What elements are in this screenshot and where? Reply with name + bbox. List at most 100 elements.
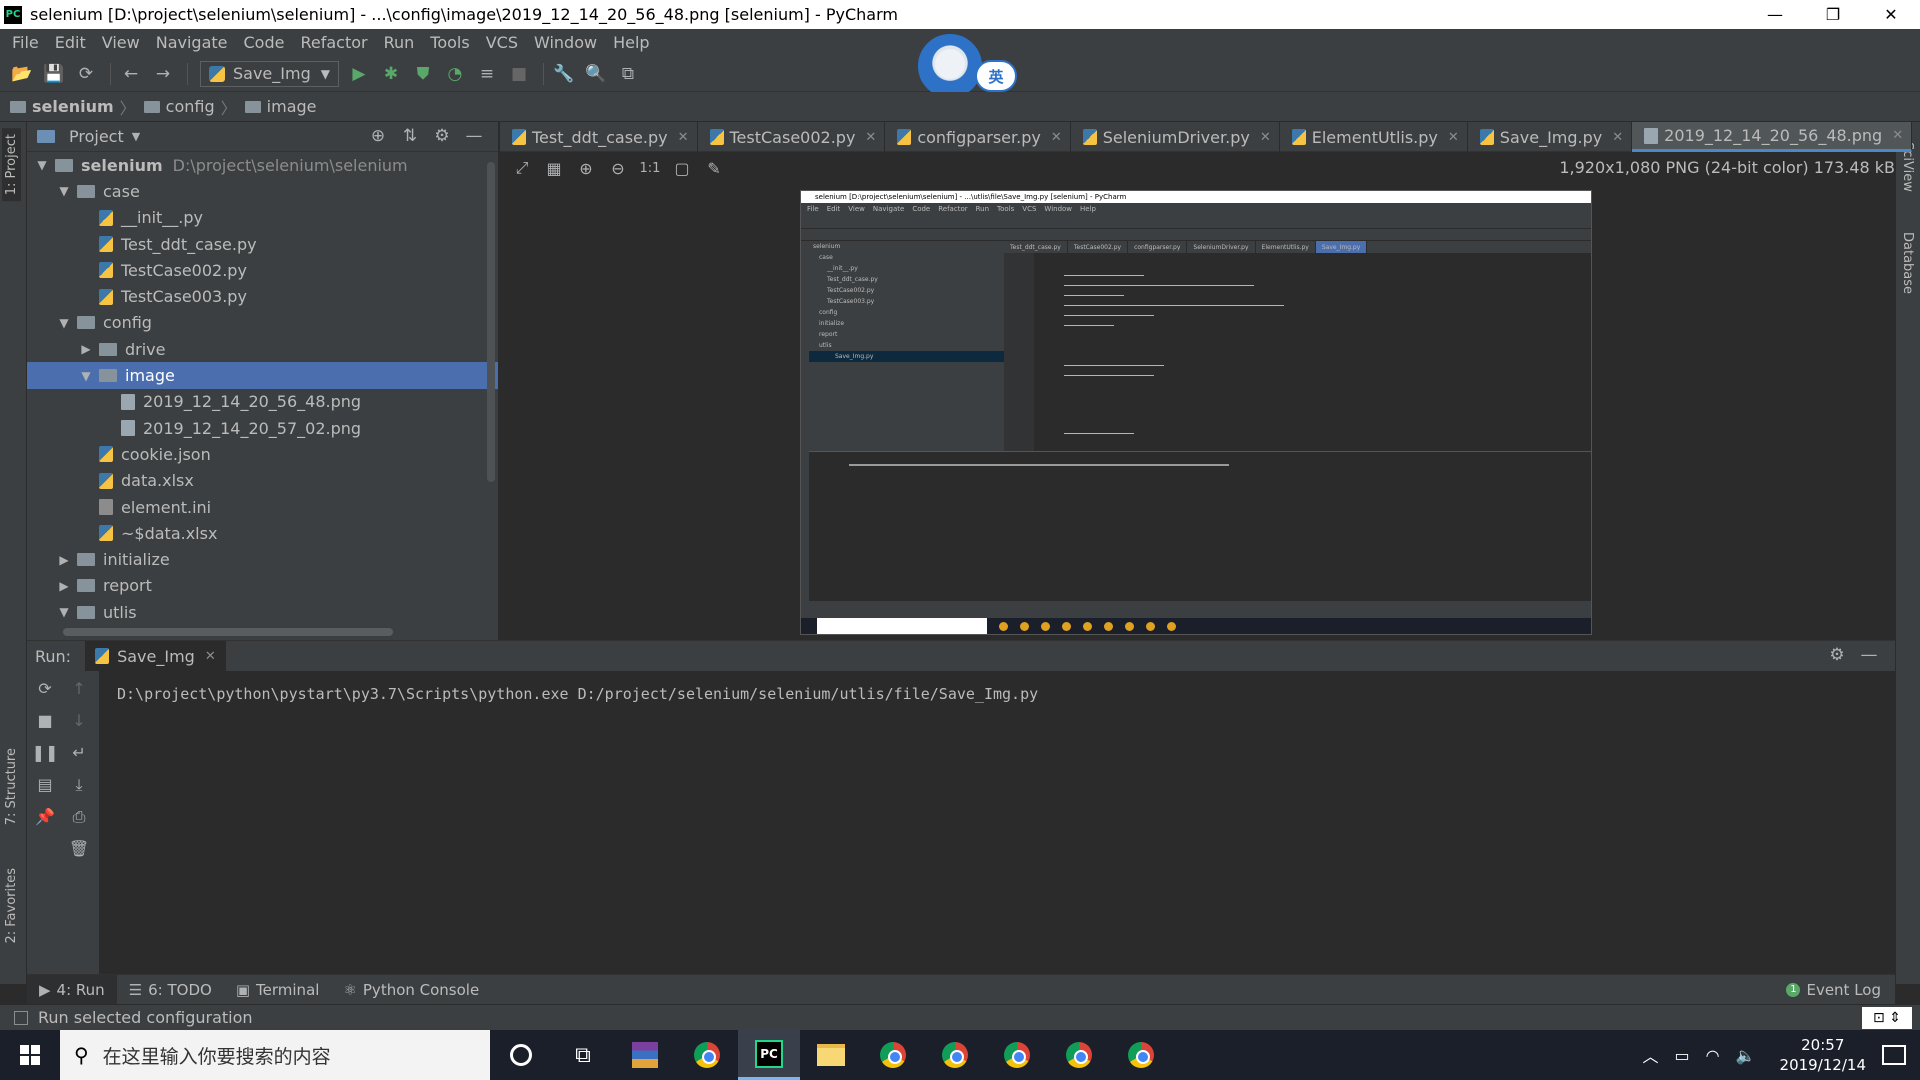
breadcrumb-item[interactable]: image bbox=[244, 97, 317, 116]
network-icon[interactable]: ◠ bbox=[1706, 1046, 1720, 1065]
taskbar-app-chrome[interactable] bbox=[676, 1030, 738, 1080]
taskbar-app-chrome[interactable] bbox=[986, 1030, 1048, 1080]
editor-tab[interactable]: 2019_12_14_20_56_48.png ✕ bbox=[1632, 122, 1913, 152]
collapse-all-icon[interactable]: ⇅ bbox=[394, 126, 426, 146]
close-icon[interactable]: ✕ bbox=[1448, 130, 1459, 145]
close-icon[interactable]: ✕ bbox=[1612, 130, 1623, 145]
gear-icon[interactable]: ⚙ bbox=[426, 126, 458, 146]
tree-item[interactable]: 2019_12_14_20_57_02.png bbox=[27, 415, 498, 441]
chevron-down-icon[interactable]: ▼ bbox=[35, 158, 49, 172]
chevron-down-icon[interactable]: ▼ bbox=[132, 130, 140, 143]
close-button[interactable]: ✕ bbox=[1862, 0, 1920, 29]
side-tab-structure[interactable]: 7: Structure bbox=[2, 742, 21, 831]
structure-icon[interactable]: ⧉ bbox=[614, 60, 642, 88]
tree-horizontal-scrollbar[interactable] bbox=[63, 628, 393, 636]
forward-icon[interactable]: → bbox=[149, 60, 177, 88]
tree-item[interactable]: ▼ selenium D:\project\selenium\selenium bbox=[27, 152, 498, 178]
breadcrumb-item[interactable]: config bbox=[143, 97, 215, 116]
tree-item[interactable]: ▶ report bbox=[27, 573, 498, 599]
ime-avatar[interactable] bbox=[918, 34, 982, 98]
side-tab-database[interactable]: Database bbox=[1900, 232, 1915, 294]
task-view-button[interactable]: ⧉ bbox=[552, 1030, 614, 1080]
pin-icon[interactable]: 📌 bbox=[31, 807, 59, 839]
side-tab-favorites[interactable]: 2: Favorites bbox=[2, 862, 21, 950]
chevron-down-icon[interactable]: ▼ bbox=[57, 316, 71, 330]
tree-item[interactable]: ▼ case bbox=[27, 178, 498, 204]
editor-tab[interactable]: configparser.py ✕ bbox=[885, 122, 1071, 152]
search-icon[interactable]: 🔍 bbox=[582, 60, 610, 88]
tree-item[interactable]: ▶ initialize bbox=[27, 546, 498, 572]
actual-size-button[interactable]: 1:1 bbox=[636, 154, 664, 182]
menu-vcs[interactable]: VCS bbox=[478, 33, 526, 52]
breadcrumb-item[interactable]: selenium bbox=[10, 97, 114, 116]
tree-item[interactable]: ▶ drive bbox=[27, 336, 498, 362]
ime-language-badge[interactable]: 英 bbox=[975, 60, 1017, 92]
taskbar-app-chrome[interactable] bbox=[1110, 1030, 1172, 1080]
settings-wrench-icon[interactable]: 🔧 bbox=[550, 60, 578, 88]
close-icon[interactable]: ✕ bbox=[678, 130, 689, 145]
taskbar-app-chrome[interactable] bbox=[924, 1030, 986, 1080]
chevron-down-icon[interactable]: ▼ bbox=[57, 184, 71, 198]
print-icon[interactable]: ⎙ bbox=[65, 807, 93, 839]
grid-icon[interactable]: ▦ bbox=[540, 154, 568, 182]
tree-item[interactable]: Test_ddt_case.py bbox=[27, 231, 498, 257]
run-icon[interactable]: ▶ bbox=[345, 60, 373, 88]
taskbar-app-chrome[interactable] bbox=[1048, 1030, 1110, 1080]
editor-tab[interactable]: TestCase002.py ✕ bbox=[698, 122, 886, 152]
restore-layout-icon[interactable]: ▤ bbox=[31, 775, 59, 807]
tree-item[interactable]: ▼ image bbox=[27, 362, 498, 389]
editor-tab[interactable]: Save_Img.py ✕ bbox=[1468, 122, 1633, 152]
stop-icon[interactable]: ■ bbox=[505, 60, 533, 88]
coverage-icon[interactable]: ⛊ bbox=[409, 60, 437, 88]
cortana-button[interactable] bbox=[490, 1030, 552, 1080]
close-icon[interactable]: ✕ bbox=[1260, 130, 1271, 145]
tool-window-button[interactable]: ▶ 4: Run bbox=[27, 974, 117, 1005]
menu-window[interactable]: Window bbox=[526, 33, 605, 52]
project-panel-title[interactable]: Project bbox=[69, 127, 124, 146]
tree-item[interactable]: 2019_12_14_20_56_48.png bbox=[27, 389, 498, 415]
menu-edit[interactable]: Edit bbox=[47, 33, 94, 52]
chevron-down-icon[interactable]: ▼ bbox=[79, 369, 93, 383]
menu-code[interactable]: Code bbox=[236, 33, 293, 52]
trash-icon[interactable]: 🗑 bbox=[65, 839, 93, 871]
volume-icon[interactable]: 🔈 bbox=[1736, 1046, 1756, 1065]
tool-windows-toggle-icon[interactable] bbox=[14, 1010, 28, 1025]
tree-scrollbar[interactable] bbox=[487, 162, 495, 482]
tree-item[interactable]: ~$data.xlsx bbox=[27, 520, 498, 546]
taskbar-search[interactable]: ⚲ 在这里输入你要搜索的内容 bbox=[60, 1030, 490, 1080]
menu-run[interactable]: Run bbox=[376, 33, 423, 52]
concurrency-icon[interactable]: ≡ bbox=[473, 60, 501, 88]
start-button[interactable] bbox=[0, 1030, 60, 1080]
open-folder-icon[interactable]: 📂 bbox=[8, 60, 36, 88]
tree-item[interactable]: ▼ utlis bbox=[27, 599, 498, 625]
zoom-in-icon[interactable]: ⊕ bbox=[572, 154, 600, 182]
editor-tab[interactable]: ElementUtlis.py ✕ bbox=[1280, 122, 1468, 152]
tree-item[interactable]: TestCase002.py bbox=[27, 257, 498, 283]
editor-tab[interactable]: SeleniumDriver.py ✕ bbox=[1071, 122, 1280, 152]
pause-icon[interactable]: ❚❚ bbox=[31, 743, 59, 775]
tool-window-button[interactable]: ▣ Terminal bbox=[224, 975, 332, 1005]
taskbar-app-pycharm[interactable]: PC bbox=[738, 1030, 800, 1080]
minimize-button[interactable]: — bbox=[1746, 0, 1804, 29]
chevron-right-icon[interactable]: ▶ bbox=[57, 579, 71, 593]
taskbar-app-chrome[interactable] bbox=[862, 1030, 924, 1080]
tool-window-button[interactable]: ☰ 6: TODO bbox=[117, 975, 224, 1005]
background-icon[interactable]: ▢ bbox=[668, 154, 696, 182]
save-all-icon[interactable]: 💾 bbox=[40, 60, 68, 88]
back-icon[interactable]: ← bbox=[117, 60, 145, 88]
chevron-right-icon[interactable]: ▶ bbox=[57, 553, 71, 567]
hide-panel-icon[interactable]: — bbox=[1853, 645, 1885, 665]
notification-icon[interactable] bbox=[1882, 1045, 1906, 1065]
rerun-icon[interactable]: ⟳ bbox=[31, 679, 59, 711]
menu-file[interactable]: File bbox=[4, 33, 47, 52]
tree-item[interactable]: element.ini bbox=[27, 494, 498, 520]
side-tab-project[interactable]: 1: Project bbox=[2, 128, 21, 202]
tool-window-button[interactable]: ⚛ Python Console bbox=[331, 975, 491, 1005]
maximize-button[interactable]: ❐ bbox=[1804, 0, 1862, 29]
run-tab-save-img[interactable]: Save_Img ✕ bbox=[85, 641, 226, 671]
tree-item[interactable]: __init__.py bbox=[27, 205, 498, 231]
zoom-out-icon[interactable]: ⊖ bbox=[604, 154, 632, 182]
sync-icon[interactable]: ⟳ bbox=[72, 60, 100, 88]
menu-tools[interactable]: Tools bbox=[422, 33, 477, 52]
run-configuration-select[interactable]: Save_Img ▼ bbox=[200, 60, 339, 87]
